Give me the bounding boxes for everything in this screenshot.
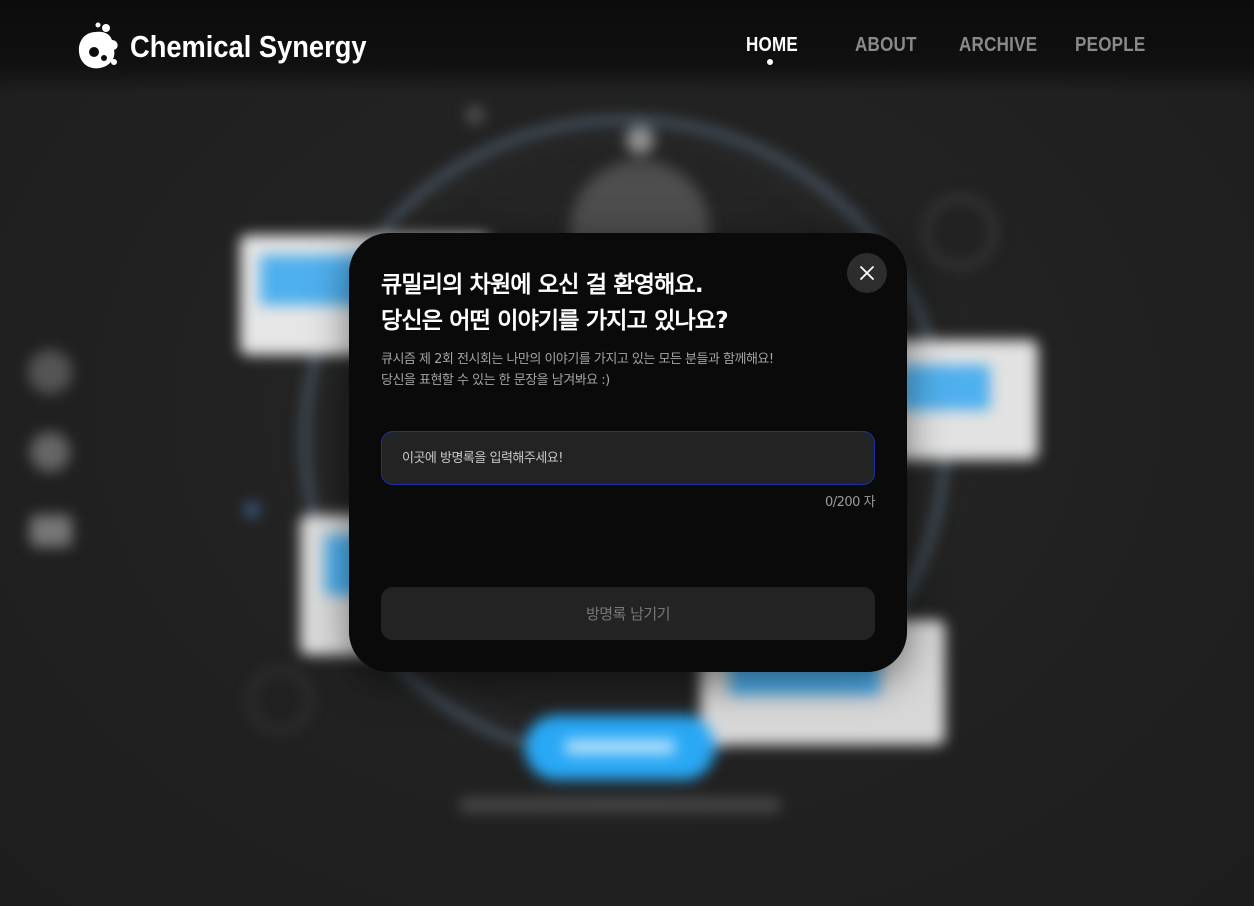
modal-desc-line-1: 큐시즘 제 2회 전시회는 나만의 이야기를 가지고 있는 모든 분들과 함께해… — [381, 352, 774, 367]
nav-archive[interactable]: ARCHIVE — [959, 34, 1037, 57]
page: Chemical Synergy HOME ABOUT ARCHIVE PEOP… — [0, 0, 1254, 906]
modal-desc-line-2: 당신을 표현할 수 있는 한 문장을 남겨봐요 :) — [381, 373, 610, 388]
site-header: Chemical Synergy HOME ABOUT ARCHIVE PEOP… — [0, 0, 1254, 92]
close-icon — [860, 266, 874, 280]
character-counter: 0/200 자 — [824, 495, 876, 510]
close-button[interactable] — [847, 253, 887, 293]
nav-people[interactable]: PEOPLE — [1075, 34, 1145, 57]
guestbook-modal: 큐밀리의 차원에 오신 걸 환영해요. 당신은 어떤 이야기를 가지고 있나요?… — [349, 233, 907, 672]
nav-home[interactable]: HOME — [746, 34, 798, 57]
guestbook-input-wrapper — [381, 431, 875, 485]
modal-title: 큐밀리의 차원에 오신 걸 환영해요. 당신은 어떤 이야기를 가지고 있나요? — [381, 267, 729, 339]
active-indicator-dot — [767, 59, 773, 65]
modal-title-line-2: 당신은 어떤 이야기를 가지고 있나요? — [381, 308, 729, 334]
nav-about[interactable]: ABOUT — [855, 34, 917, 57]
submit-guestbook-button[interactable]: 방명록 남기기 — [381, 587, 875, 640]
main-nav: HOME ABOUT ARCHIVE PEOPLE — [0, 34, 1254, 65]
modal-title-line-1: 큐밀리의 차원에 오신 걸 환영해요. — [381, 272, 704, 298]
modal-description: 큐시즘 제 2회 전시회는 나만의 이야기를 가지고 있는 모든 분들과 함께해… — [381, 349, 774, 391]
guestbook-input[interactable] — [382, 432, 874, 484]
